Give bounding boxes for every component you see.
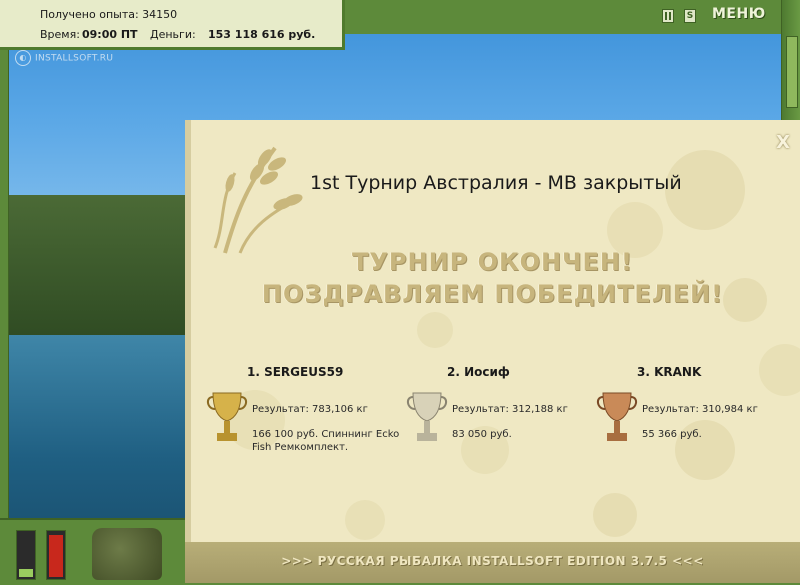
winner-result: Результат: 312,188 кг: [452, 404, 568, 415]
winner-prize: 55 366 руб.: [642, 429, 702, 440]
line-tension-gauge: [16, 530, 36, 580]
pause-icon[interactable]: [662, 9, 674, 23]
gold-trophy-icon: [207, 392, 247, 441]
wheat-emblem-icon: [213, 146, 303, 254]
stamina-gauge: [46, 530, 66, 580]
tackle-bag-icon[interactable]: [92, 528, 162, 580]
watermark-logo-icon: ◐: [15, 50, 31, 66]
winner-result: Результат: 310,984 кг: [642, 404, 758, 415]
menu-button[interactable]: МЕНЮ: [712, 6, 766, 22]
watermark: ◐ INSTALLSOFT.RU: [15, 50, 113, 66]
heading-congratulations: ПОЗДРАВЛЯЕМ ПОБЕДИТЕЛЕЙ!: [261, 280, 724, 308]
time-value: 09:00 ПТ: [82, 28, 138, 41]
s-icon[interactable]: S: [684, 9, 696, 23]
winner-name: 1. SERGEUS59: [247, 365, 344, 379]
time-label: Время:: [40, 28, 80, 41]
tournament-results-dialog: X 1st Турнир Австралия - МВ закрытый ТУР…: [185, 120, 800, 583]
winner-prize: 83 050 руб.: [452, 429, 512, 440]
winner-name: 3. KRANK: [637, 365, 702, 379]
winner-name: 2. Иосиф: [447, 365, 510, 379]
winner-prize: 166 100 руб. Спиннинг Ecko Fish Ремкомпл…: [252, 429, 400, 453]
tension-level: [19, 569, 33, 577]
left-frame: [0, 0, 9, 583]
experience-text: Получено опыта: 34150: [40, 8, 178, 21]
stats-panel: Получено опыта: 34150 Время: 09:00 ПТ Де…: [0, 0, 345, 50]
silver-trophy-icon: [407, 392, 447, 441]
footer-version-text: >>> РУССКАЯ РЫБАЛКА INSTALLSOFT EDITION …: [281, 554, 704, 568]
money-value: 153 118 616 руб.: [208, 28, 316, 41]
stamina-level: [49, 535, 63, 577]
dialog-edge: [185, 120, 191, 583]
close-button[interactable]: X: [776, 132, 790, 153]
dialog-footer: >>> РУССКАЯ РЫБАЛКА INSTALLSOFT EDITION …: [185, 542, 800, 583]
right-indicator: [786, 36, 798, 108]
bronze-trophy-icon: [597, 392, 637, 441]
winner-result: Результат: 783,106 кг: [252, 404, 368, 415]
tournament-title: 1st Турнир Австралия - МВ закрытый: [310, 172, 682, 194]
heading-tournament-over: ТУРНИР ОКОНЧЕН!: [352, 248, 633, 276]
watermark-text: INSTALLSOFT.RU: [35, 53, 114, 64]
money-label: Деньги:: [150, 28, 196, 41]
